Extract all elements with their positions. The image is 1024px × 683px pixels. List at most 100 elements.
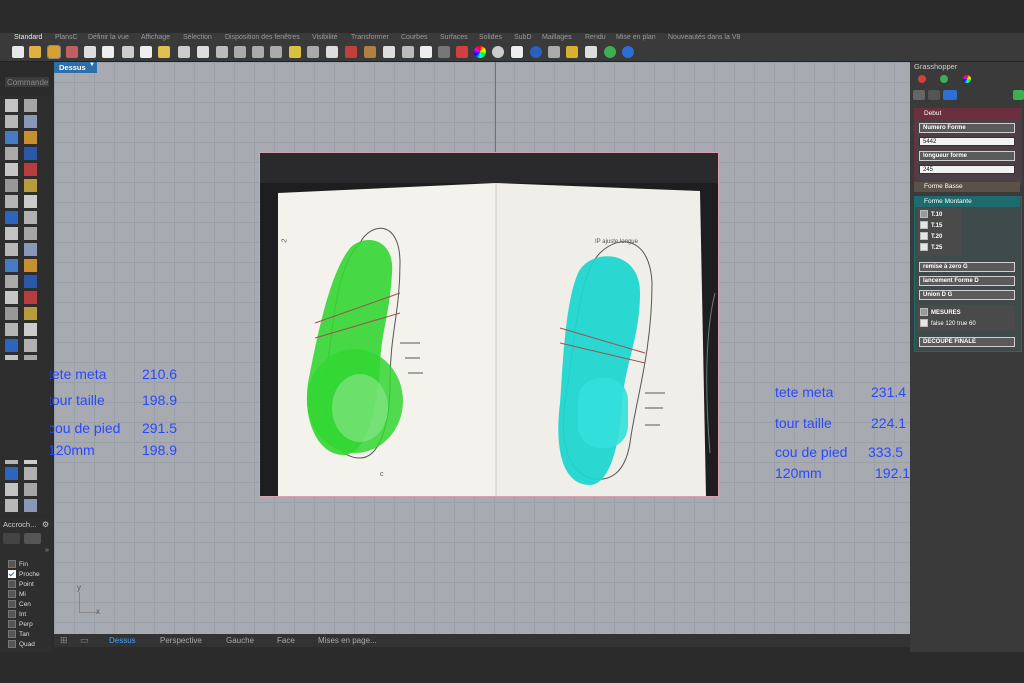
tool-icon[interactable] — [24, 307, 37, 320]
tab-standard[interactable]: Standard — [14, 33, 42, 43]
material-icon[interactable] — [456, 46, 468, 58]
top-viewport[interactable]: 2 c IP ajuste longue y x — [54, 62, 910, 634]
new-file-icon[interactable] — [12, 46, 24, 58]
tool-icon[interactable] — [5, 179, 18, 192]
lock-icon[interactable] — [438, 46, 450, 58]
tool-icon[interactable] — [5, 211, 18, 224]
gh-remise-button[interactable]: remise à zero G — [919, 262, 1015, 272]
tool-icon[interactable] — [24, 227, 37, 240]
tab-gauche[interactable]: Gauche — [226, 634, 254, 647]
tool-icon[interactable] — [24, 275, 37, 288]
zoom-extents-icon[interactable] — [289, 46, 301, 58]
tool-icon[interactable] — [24, 115, 37, 128]
gh-longueur-forme-input[interactable]: 245 — [919, 165, 1015, 174]
tool-icon[interactable] — [5, 163, 18, 176]
viewport-title[interactable]: Dessus — [54, 62, 91, 73]
tab-dessus[interactable]: Dessus — [109, 634, 136, 647]
tab-perspective[interactable]: Perspective — [160, 634, 202, 647]
tab-disposition[interactable]: Disposition des fenêtres — [225, 33, 300, 43]
tab-nouveautes[interactable]: Nouveautés dans la V8 — [668, 33, 740, 43]
tool-icon[interactable] — [5, 259, 18, 272]
osnap-fin[interactable]: Fin — [8, 560, 28, 570]
osnap-mode-icon[interactable] — [3, 533, 20, 544]
print-icon[interactable] — [84, 46, 96, 58]
tool-icon[interactable] — [24, 211, 37, 224]
save-as-icon[interactable] — [66, 46, 78, 58]
gh-forme-montante-header[interactable]: Forme Montante — [914, 197, 1020, 207]
tool-icon[interactable] — [5, 275, 18, 288]
tab-solides[interactable]: Solides — [479, 33, 502, 43]
gh-mesures-value[interactable]: false 120 true 60 — [920, 319, 976, 329]
tab-transformer[interactable]: Transformer — [351, 33, 389, 43]
tool-icon[interactable] — [5, 307, 18, 320]
gh-preview-icon[interactable] — [940, 75, 948, 83]
tool-icon[interactable] — [24, 147, 37, 160]
osnap-proche[interactable]: Proche — [8, 570, 40, 580]
gh-size-t15[interactable]: T.15 — [920, 221, 942, 231]
rotate-view-icon[interactable] — [234, 46, 246, 58]
osnap-tan[interactable]: Tan — [8, 630, 29, 640]
osnap-filter-icon[interactable] — [24, 533, 41, 544]
gh-debut-header[interactable]: Debut — [914, 109, 1020, 119]
gear-icon[interactable]: ⚙ — [42, 520, 49, 529]
tool-icon[interactable] — [5, 227, 18, 240]
import-icon[interactable] — [102, 46, 114, 58]
tool-icon[interactable] — [24, 259, 37, 272]
gh-edit-icon[interactable] — [1013, 90, 1024, 100]
light-bulb-icon[interactable] — [420, 46, 432, 58]
plan-icon[interactable] — [364, 46, 376, 58]
tab-courbes[interactable]: Courbes — [401, 33, 427, 43]
zoom-selected-icon[interactable] — [307, 46, 319, 58]
tab-maillages[interactable]: Maillages — [542, 33, 572, 43]
tab-definir-la-vue[interactable]: Définir la vue — [88, 33, 129, 43]
tab-mises-en-page[interactable]: Mises en page... — [318, 634, 377, 647]
gh-lancement-button[interactable]: lancement Forme D — [919, 276, 1015, 286]
tool-icon[interactable] — [5, 483, 18, 496]
display-mode-icon[interactable] — [548, 46, 560, 58]
tool-icon[interactable] — [24, 291, 37, 304]
tool-icon[interactable] — [24, 339, 37, 352]
open-folder-icon[interactable] — [29, 46, 41, 58]
osnap-int[interactable]: Int — [8, 610, 26, 620]
tool-icon[interactable] — [24, 131, 37, 144]
osnap-point[interactable]: Point — [8, 580, 34, 590]
tool-icon[interactable] — [5, 339, 18, 352]
gh-colors-icon[interactable] — [963, 75, 971, 83]
tab-visibilite[interactable]: Visibilité — [312, 33, 338, 43]
tool-icon[interactable] — [24, 467, 37, 480]
gh-size-t25[interactable]: T.25 — [920, 243, 942, 253]
help-icon[interactable] — [622, 46, 634, 58]
tool-icon[interactable] — [5, 243, 18, 256]
gh-size-t10[interactable]: T.10 — [920, 210, 942, 220]
gh-mesures-toggle[interactable]: MESURES — [920, 308, 961, 318]
osnap-quad[interactable]: Quad — [8, 640, 35, 650]
tab-subd[interactable]: SubD — [514, 33, 532, 43]
paste-icon[interactable] — [158, 46, 170, 58]
zoom-icon[interactable] — [252, 46, 264, 58]
tool-icon[interactable] — [5, 291, 18, 304]
tool-icon[interactable] — [5, 99, 18, 112]
render-icon[interactable] — [510, 45, 524, 59]
tool-icon[interactable] — [24, 99, 37, 112]
tool-icon[interactable] — [24, 483, 37, 496]
tool-icon[interactable] — [5, 467, 18, 480]
tool-icon[interactable] — [5, 115, 18, 128]
save-icon[interactable] — [47, 45, 61, 59]
tool-icon[interactable] — [5, 195, 18, 208]
grasshopper-icon[interactable] — [604, 46, 616, 58]
command-input[interactable]: Commande — [4, 76, 50, 88]
zoom-window-icon[interactable] — [270, 46, 282, 58]
car-icon[interactable] — [345, 46, 357, 58]
gh-record-icon[interactable] — [918, 75, 926, 83]
gh-active-tool-icon[interactable] — [943, 90, 957, 100]
gh-size-t20[interactable]: T.20 — [920, 232, 942, 242]
viewport-dropdown[interactable]: ▼ — [87, 62, 97, 73]
tool-icon[interactable] — [24, 179, 37, 192]
select-icon[interactable] — [402, 46, 414, 58]
pan-hand-icon[interactable] — [197, 46, 209, 58]
tab-surfaces[interactable]: Surfaces — [440, 33, 468, 43]
gh-numero-forme-input[interactable]: 5442 — [919, 137, 1015, 146]
tool-icon[interactable] — [24, 323, 37, 336]
tool-icon[interactable] — [5, 147, 18, 160]
tab-selection[interactable]: Sélection — [183, 33, 212, 43]
